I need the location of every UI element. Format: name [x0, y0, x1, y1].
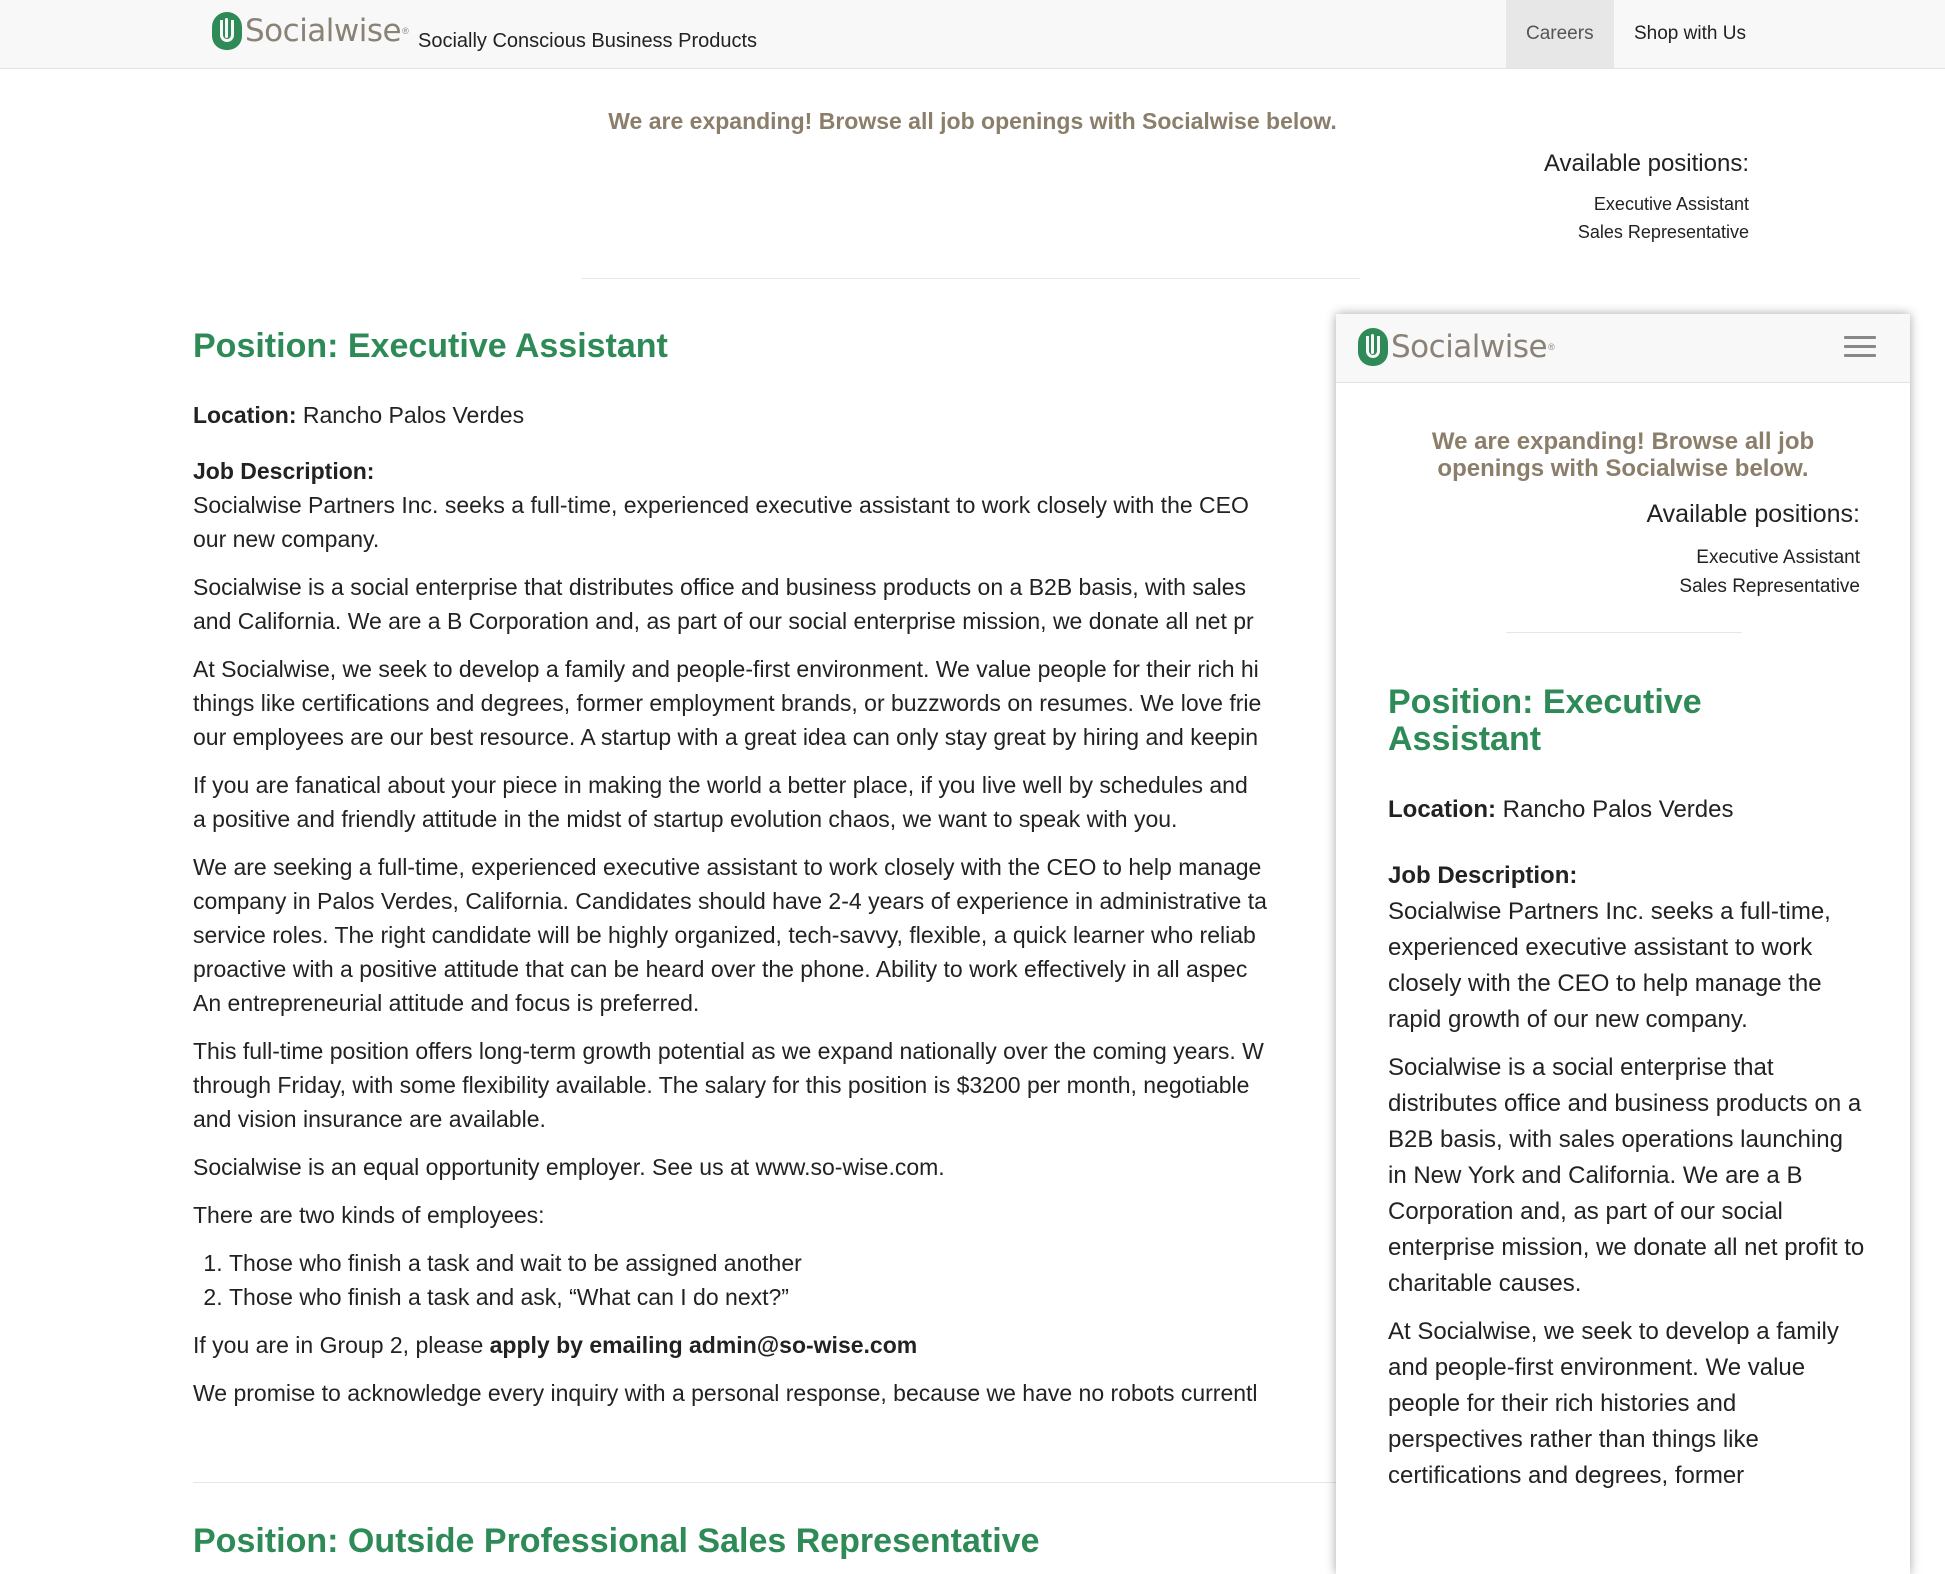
paragraph-intro: Socialwise Partners Inc. seeks a full-ti… — [193, 488, 1373, 556]
mobile-paragraph-intro: Socialwise Partners Inc. seeks a full-ti… — [1388, 898, 1831, 1033]
mobile-brand-logo[interactable]: Socialwise ® — [1358, 328, 1555, 366]
mobile-section-divider — [1506, 632, 1742, 633]
mobile-paragraph-culture: At Socialwise, we seek to develop a fami… — [1388, 1318, 1839, 1489]
text-line: Socialwise is a social enterprise that d… — [193, 574, 1247, 600]
text-line: and vision insurance are available. — [193, 1106, 546, 1132]
position-link-sales-representative[interactable]: Sales Representative — [1544, 218, 1749, 246]
paragraph-enterprise: Socialwise is a social enterprise that d… — [193, 570, 1373, 638]
hamburger-menu-icon[interactable] — [1844, 336, 1876, 358]
mobile-expanding-heading: We are expanding! Browse all job opening… — [1376, 428, 1870, 482]
text-line: things like certifications and degrees, … — [193, 690, 1262, 716]
text-line: An entrepreneurial attitude and focus is… — [193, 990, 700, 1016]
nav-link-careers[interactable]: Careers — [1506, 0, 1614, 68]
section-divider — [582, 278, 1360, 279]
mobile-location-label: Location: — [1388, 796, 1496, 823]
text-line: Position: Executive — [1388, 683, 1702, 721]
text-line: Assistant — [1388, 720, 1542, 758]
text-line: proactive with a positive attitude that … — [193, 956, 1248, 982]
mobile-job-description-label-text: Job Description: — [1388, 862, 1578, 889]
mobile-preview: Socialwise ® We are expanding! Browse al… — [1336, 314, 1910, 1574]
mobile-location-value: Rancho Palos Verdes — [1502, 796, 1734, 823]
text-line: and California. We are a B Corporation a… — [193, 608, 1254, 634]
text-line: through Friday, with some flexibility av… — [193, 1072, 1250, 1098]
location-label: Location: — [193, 402, 297, 428]
top-navbar: Socialwise ® Socially Conscious Business… — [0, 0, 1945, 69]
mobile-position-link-executive-assistant[interactable]: Executive Assistant — [1646, 543, 1860, 572]
paragraph-seeking: We are seeking a full-time, experienced … — [193, 850, 1373, 1020]
text-line: our new company. — [193, 526, 380, 552]
paragraph-two-kinds: There are two kinds of employees: — [193, 1202, 545, 1228]
location-value: Rancho Palos Verdes — [302, 402, 525, 428]
text-line: If you are fanatical about your piece in… — [193, 772, 1248, 798]
paragraph-culture: At Socialwise, we seek to develop a fami… — [193, 652, 1373, 754]
job-description-label-text: Job Description: — [193, 458, 375, 484]
paragraph-apply: If you are in Group 2, please apply by e… — [193, 1328, 1373, 1362]
text-line: We are seeking a full-time, experienced … — [193, 854, 1262, 880]
list-item: Those who finish a task and ask, “What c… — [229, 1280, 1373, 1314]
mobile-available-positions: Available positions: Executive Assistant… — [1646, 500, 1860, 601]
position-link-executive-assistant[interactable]: Executive Assistant — [1544, 190, 1749, 218]
job-description-label: Job Description: — [193, 454, 1373, 488]
mobile-location-line: Location: Rancho Palos Verdes — [1388, 792, 1868, 828]
text-line: We are expanding! Browse all job — [1431, 428, 1815, 455]
paragraph-fanatical: If you are fanatical about your piece in… — [193, 768, 1373, 836]
mobile-job-description-label: Job Description: — [1388, 858, 1868, 894]
text-line: At Socialwise, we seek to develop a fami… — [193, 656, 1259, 682]
brand-logo[interactable]: Socialwise ® — [212, 12, 409, 50]
logo-icon — [212, 12, 242, 50]
text-line: company in Palos Verdes, California. Can… — [193, 888, 1267, 914]
text-line: a positive and friendly attitude in the … — [193, 806, 1178, 832]
mobile-job-posting: Position: Executive Assistant Location: … — [1388, 684, 1868, 1506]
available-positions: Available positions: Executive Assistant… — [1544, 150, 1749, 246]
apply-email-link[interactable]: apply by emailing admin@so-wise.com — [490, 1332, 918, 1358]
employee-kinds-list: Those who finish a task and wait to be a… — [193, 1246, 1373, 1314]
brand-tagline: Socially Conscious Business Products — [418, 30, 758, 52]
paragraph-equal-opportunity: Socialwise is an equal opportunity emplo… — [193, 1154, 945, 1180]
brand-name: Socialwise — [245, 13, 402, 49]
mobile-available-positions-title: Available positions: — [1646, 500, 1860, 528]
location-line: Location: Rancho Palos Verdes — [193, 398, 1373, 432]
text-line: service roles. The right candidate will … — [193, 922, 1256, 948]
mobile-brand-registered-mark: ® — [1548, 342, 1555, 352]
list-item: Those who finish a task and wait to be a… — [229, 1246, 1373, 1280]
mobile-navbar: Socialwise ® — [1336, 314, 1910, 383]
text-line: Socialwise Partners Inc. seeks a full-ti… — [193, 492, 1249, 518]
next-position-title: Position: Outside Professional Sales Rep… — [193, 1522, 1040, 1560]
available-positions-title: Available positions: — [1543, 150, 1749, 177]
text-line: This full-time position offers long-term… — [193, 1038, 1264, 1064]
paragraph-closing: We promise to acknowledge every inquiry … — [193, 1380, 1258, 1406]
logo-icon — [1358, 328, 1388, 366]
mobile-position-link-sales-representative[interactable]: Sales Representative — [1646, 572, 1860, 601]
text-line: openings with Socialwise below. — [1437, 455, 1809, 482]
mobile-position-title: Position: Executive Assistant — [1388, 684, 1868, 758]
brand-registered-mark: ® — [402, 26, 409, 36]
mobile-paragraph-enterprise: Socialwise is a social enterprise that d… — [1388, 1054, 1865, 1297]
text-line: our employees are our best resource. A s… — [193, 724, 1259, 750]
section-divider-bottom — [193, 1482, 1373, 1483]
expanding-heading: We are expanding! Browse all job opening… — [608, 108, 1337, 134]
apply-prefix: If you are in Group 2, please — [193, 1332, 484, 1358]
mobile-brand-name: Socialwise — [1391, 329, 1548, 365]
position-title: Position: Executive Assistant — [193, 327, 668, 365]
nav-link-shop-with-us[interactable]: Shop with Us — [1614, 0, 1766, 68]
job-posting: Position: Executive Assistant Location: … — [193, 320, 1373, 1424]
paragraph-growth: This full-time position offers long-term… — [193, 1034, 1373, 1136]
